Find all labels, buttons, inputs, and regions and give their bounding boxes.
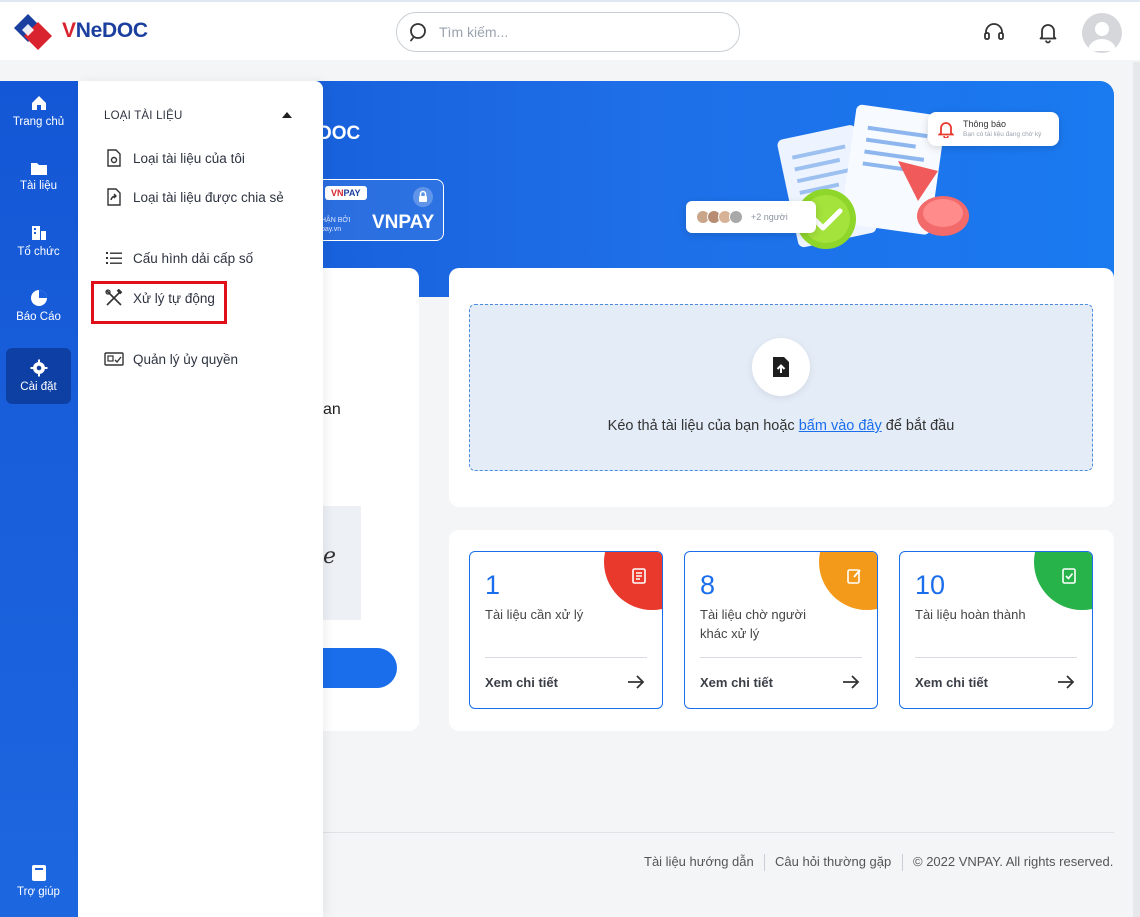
nav-help-label: Trợ giúp [17,886,60,898]
notif-title: Thông báo [963,119,1007,129]
doc-settings-icon [104,148,124,168]
nav-home-label: Trang chủ [12,116,65,128]
badge-small-text: HẬN BỞI pay.vn [321,217,351,233]
view-details-link[interactable]: Xem chi tiết [485,675,558,690]
nav-documents[interactable]: Tài liệu [6,148,71,204]
search-bar[interactable] [396,12,740,52]
bell-icon[interactable] [1036,20,1060,44]
upload-card: Kéo thả tài liệu của bạn hoặc bấm vào đâ… [449,268,1114,507]
menu-item-label: Cấu hình dải cấp số [133,250,254,266]
signature-preview: e [323,506,361,620]
dropzone-text: Kéo thả tài liệu của bạn hoặc bấm vào đâ… [607,418,955,434]
nav-organization[interactable]: Tổ chức [6,213,71,269]
view-details-link[interactable]: Xem chi tiết [915,675,988,690]
footer-separator [764,854,765,871]
stat-label: Tài liệu chờ người khác xử lý [700,607,806,641]
document-type-menu: LOẠI TÀI LIỆU Loại tài liệu của tôi Loại… [78,81,323,917]
vnedoc-logo[interactable]: VNeDOC [12,12,148,50]
top-header: VNeDOC [0,0,1140,60]
collaborator-avatar [729,210,743,224]
file-dropzone[interactable]: Kéo thả tài liệu của bạn hoặc bấm vào đâ… [469,304,1093,471]
nav-organization-label: Tổ chức [17,246,60,258]
arrow-right-icon[interactable] [627,674,645,690]
page-scrollbar[interactable] [1133,62,1140,917]
building-icon [31,226,46,240]
home-icon [31,96,46,110]
card-text-fragment: an [323,401,341,418]
bell-icon [938,122,954,138]
menu-item-number-range-config[interactable]: Cấu hình dải cấp số [104,245,253,271]
arrow-right-icon[interactable] [842,674,860,690]
user-avatar[interactable] [1082,13,1122,53]
stat-value: 10 [915,570,946,600]
document-list-icon [632,568,646,584]
lock-icon [413,187,433,207]
share-doc-icon [104,187,124,207]
vnedoc-logo-mark-icon [12,12,60,50]
stats-card: 1 Tài liệu cần xử lý Xem chi tiết 8 Tài … [449,530,1114,731]
search-icon [410,23,426,42]
nav-settings[interactable]: Cài đặt [6,348,71,404]
upload-button[interactable] [752,338,810,396]
stat-label: Tài liệu cần xử lý [485,607,584,622]
stat-waiting-others[interactable]: 8 Tài liệu chờ người khác xử lý Xem chi … [684,551,878,709]
brand-name: VNeDOC [62,19,148,42]
stat-value: 8 [700,570,716,600]
collapse-caret-icon[interactable] [282,112,292,118]
divider [700,657,862,658]
upload-file-icon [773,357,789,377]
menu-item-my-doc-types[interactable]: Loại tài liệu của tôi [104,145,245,171]
pie-chart-icon [30,290,47,306]
collaborators-pill: +2 người [686,201,816,233]
divider [915,657,1077,658]
left-nav-rail: Trang chủ Tài liệu Tổ chức Báo Cáo Cài đ… [0,81,78,917]
highlight-annotation-box [91,281,227,324]
collaborators-more: +2 người [751,212,788,222]
divider [485,657,647,658]
menu-item-label: Quản lý ủy quyền [133,351,239,367]
headset-icon[interactable] [982,20,1006,44]
footer-guide-link[interactable]: Tài liệu hướng dẫn [644,854,754,869]
search-input[interactable] [439,24,719,40]
menu-item-label: Loại tài liệu được chia sẻ [133,189,284,205]
nav-help[interactable]: Trợ giúp [6,853,71,909]
menu-item-authorization[interactable]: Quản lý ủy quyền [104,346,238,372]
view-details-link[interactable]: Xem chi tiết [700,675,773,690]
notification-pill: Thông báo Bạn có tài liệu đang chờ ký [928,112,1059,146]
document-edit-icon [847,569,861,584]
stat-value: 1 [485,570,501,600]
id-card-icon [104,349,124,369]
signature-action-button[interactable] [323,648,397,688]
gear-icon [30,359,47,377]
menu-item-label: Loại tài liệu của tôi [133,150,245,166]
menu-item-shared-doc-types[interactable]: Loại tài liệu được chia sẻ [104,184,284,210]
footer-divider [323,832,1114,833]
stat-pending[interactable]: 1 Tài liệu cần xử lý Xem chi tiết [469,551,663,709]
document-check-icon [1062,568,1076,584]
stat-label: Tài liệu hoàn thành [915,607,1026,622]
folder-icon [30,163,47,175]
nav-documents-label: Tài liệu [19,180,58,192]
vnpay-logo-chip: VNPAY [325,186,367,200]
arrow-right-icon[interactable] [1057,674,1075,690]
notif-text: Bạn có tài liệu đang chờ ký [963,131,1042,138]
nav-reports[interactable]: Báo Cáo [6,278,71,334]
banner-title-fragment: DOC [318,123,361,144]
badge-big-text: VNPAY [372,212,435,233]
stat-completed[interactable]: 10 Tài liệu hoàn thành Xem chi tiết [899,551,1093,709]
list-icon [104,248,124,268]
nav-home[interactable]: Trang chủ [6,83,71,139]
nav-reports-label: Báo Cáo [16,311,61,323]
book-icon [31,865,46,881]
footer-faq-link[interactable]: Câu hỏi thường gặp [775,854,891,869]
menu-section-title: LOẠI TÀI LIỆU [104,110,183,122]
footer-copyright: © 2022 VNPAY. All rights reserved. [913,854,1114,869]
vnpay-badge: VNPAY HẬN BỞI pay.vn VNPAY [316,179,444,241]
nav-settings-label: Cài đặt [20,381,57,393]
footer-separator [902,854,903,871]
browse-files-link[interactable]: bấm vào đây [799,418,882,434]
